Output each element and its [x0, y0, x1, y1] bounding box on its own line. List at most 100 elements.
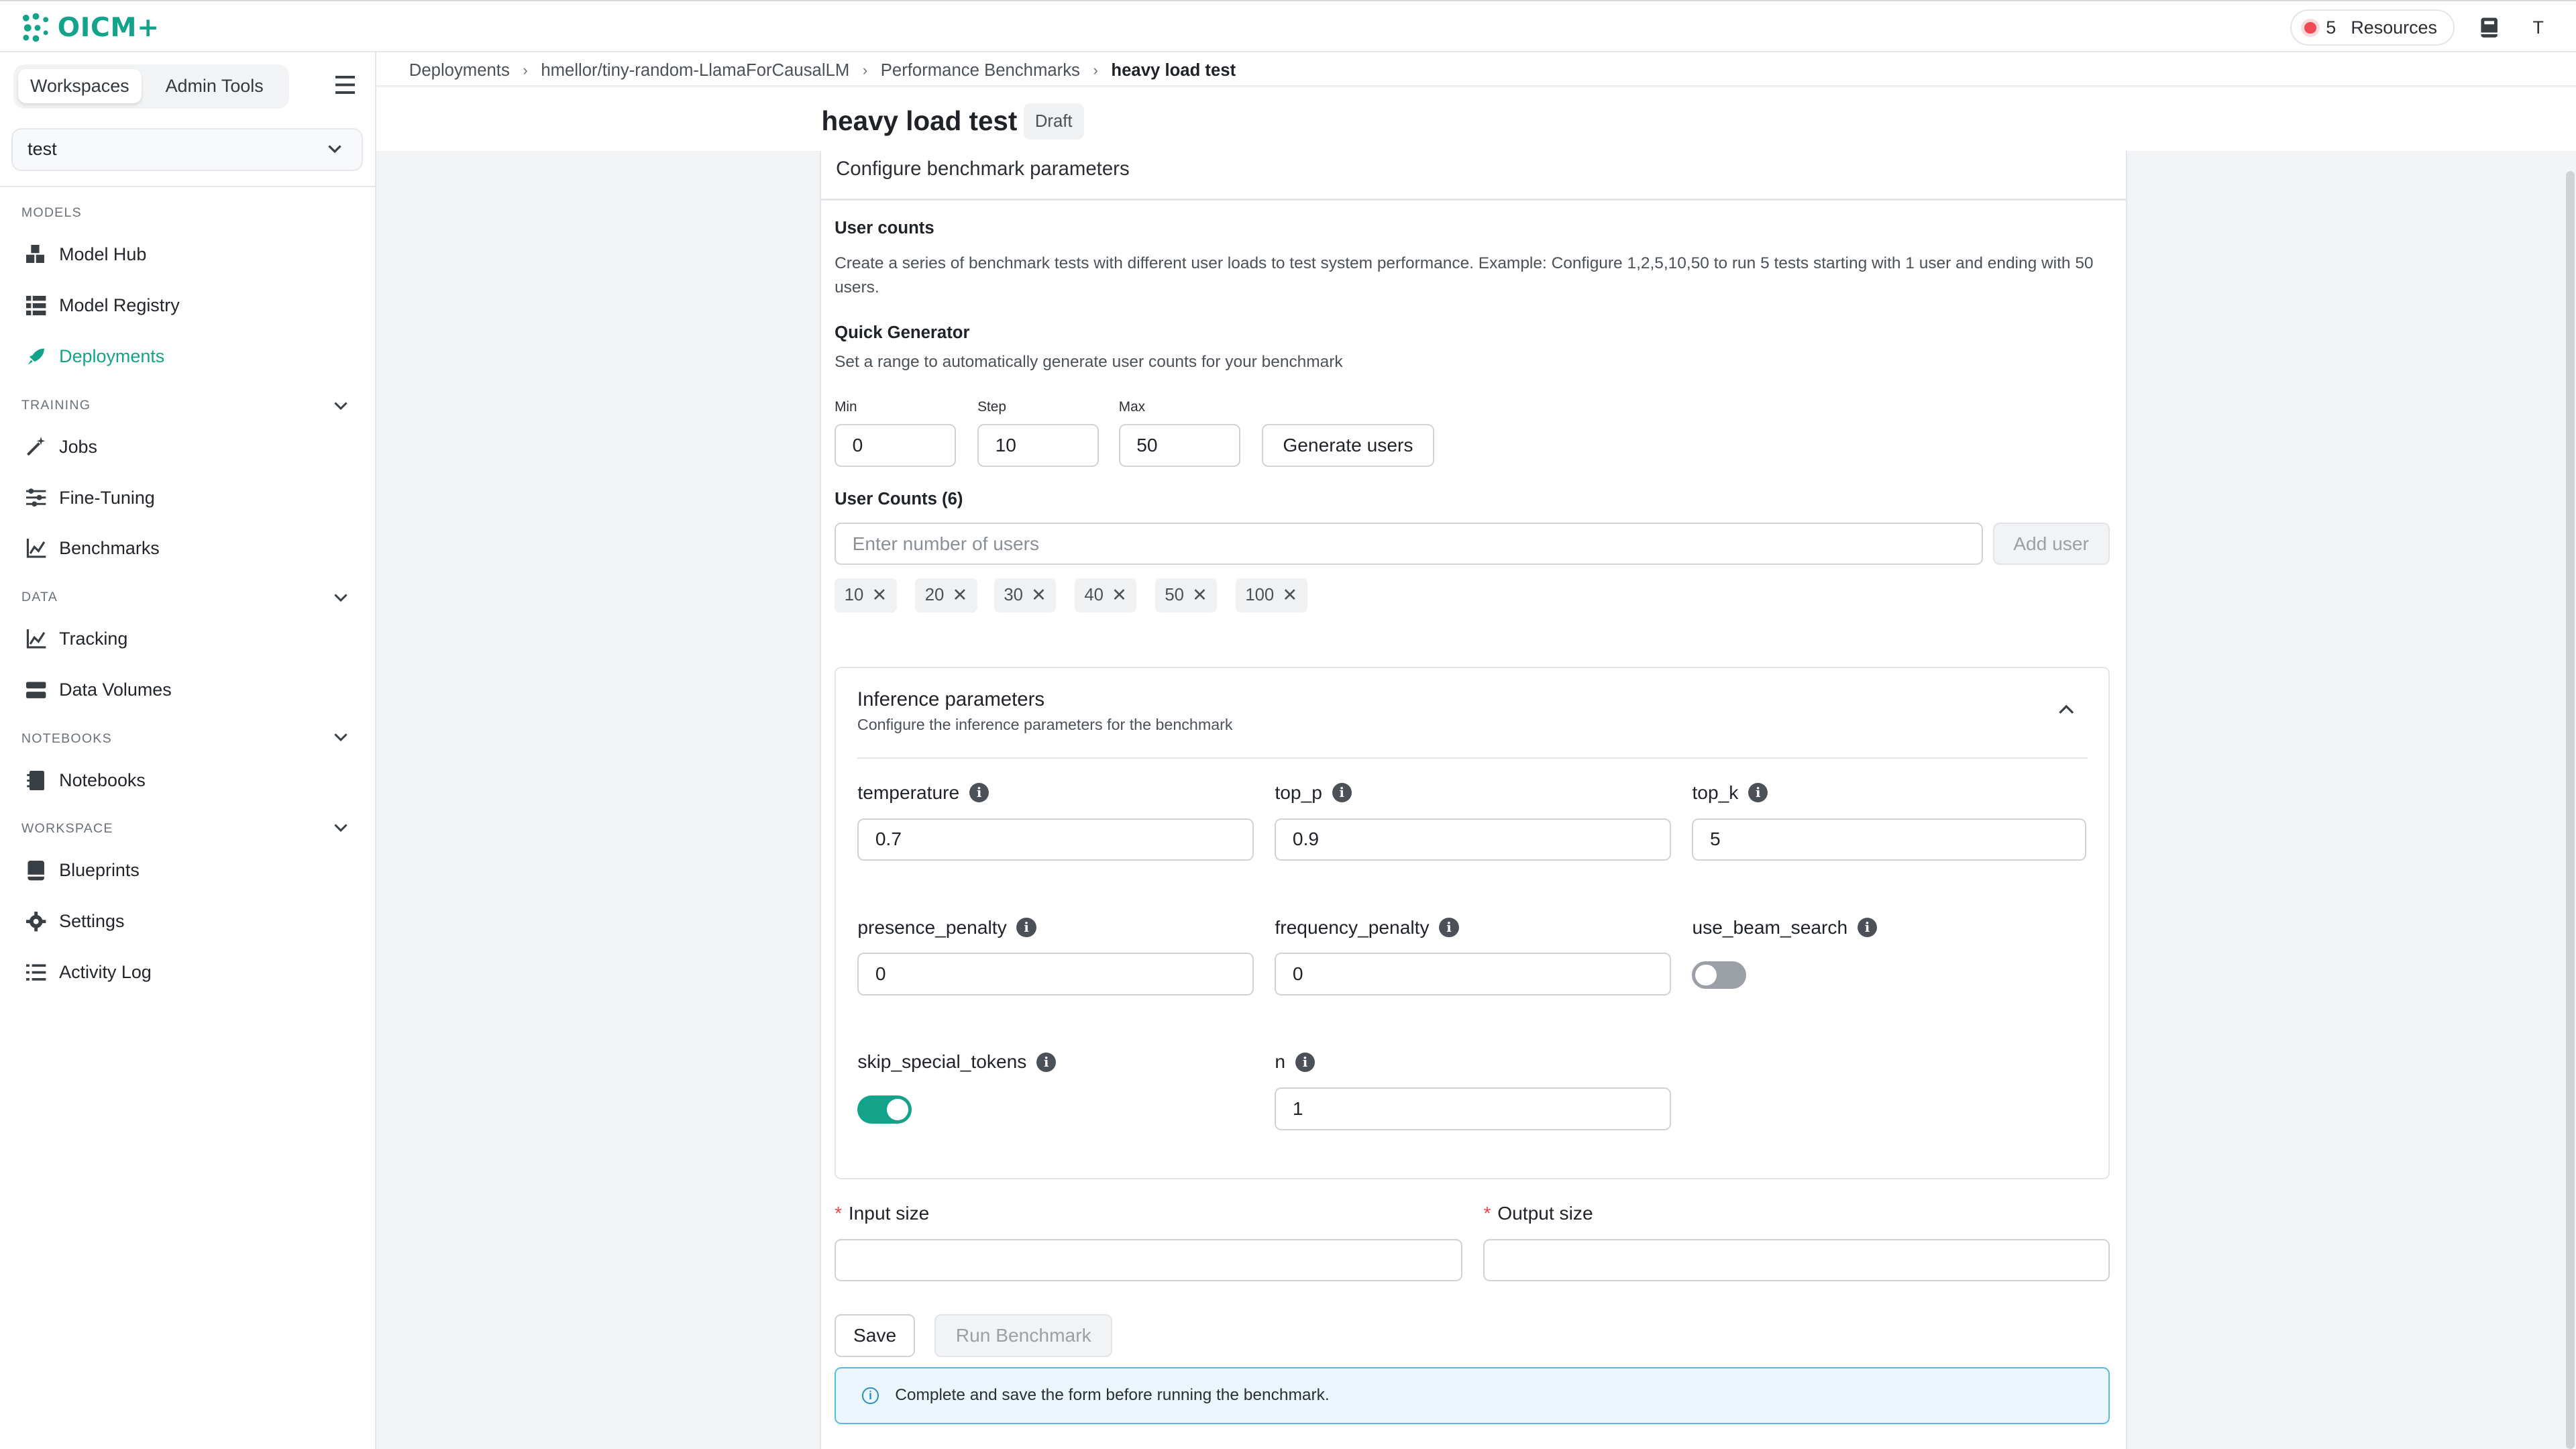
- section-label-training: TRAINING: [21, 397, 91, 413]
- close-icon[interactable]: ✕: [953, 585, 968, 606]
- sidebar-divider: [0, 185, 376, 188]
- input-size-field[interactable]: [835, 1238, 1462, 1282]
- sidebar-item-label: Benchmarks: [59, 538, 160, 559]
- output-size-field[interactable]: [1483, 1238, 2110, 1282]
- breadcrumb-divider: [376, 85, 2576, 87]
- tab-workspaces[interactable]: Workspaces: [17, 68, 142, 104]
- required-marker: *: [835, 1202, 843, 1224]
- skip-special-tokens-label: skip_special_tokens i: [857, 1051, 1057, 1073]
- close-icon[interactable]: ✕: [1031, 585, 1046, 606]
- status-badge: Draft: [1023, 103, 1084, 140]
- user-avatar[interactable]: T: [2524, 13, 2553, 42]
- breadcrumb-model[interactable]: hmellor/tiny-random-LlamaForCausalLM: [541, 61, 849, 80]
- resources-button[interactable]: 5 Resources: [2290, 9, 2455, 46]
- chevron-down-icon[interactable]: [333, 593, 348, 603]
- section-label-notebooks: NOTEBOOKS: [21, 731, 112, 746]
- sidebar-item-benchmarks[interactable]: Benchmarks: [26, 532, 160, 565]
- breadcrumb-deployments[interactable]: Deployments: [409, 61, 510, 80]
- info-icon[interactable]: i: [1748, 783, 1768, 803]
- status-dot-icon: [2304, 21, 2316, 34]
- run-benchmark-button[interactable]: Run Benchmark: [934, 1314, 1112, 1357]
- breadcrumb-separator-icon: ›: [862, 62, 868, 79]
- max-value: 50: [1136, 434, 1158, 455]
- sidebar-item-blueprints[interactable]: Blueprints: [26, 854, 140, 887]
- info-icon[interactable]: i: [1295, 1052, 1316, 1073]
- card-divider: [821, 199, 2126, 201]
- n-input[interactable]: 1: [1275, 1087, 1671, 1130]
- sidebar-item-data-volumes[interactable]: Data Volumes: [26, 674, 172, 706]
- sidebar-item-label: Activity Log: [59, 962, 152, 983]
- close-icon[interactable]: ✕: [1282, 585, 1297, 606]
- app-logo[interactable]: OICM+: [19, 11, 159, 44]
- list-icon: [26, 963, 46, 982]
- chip-label: 20: [924, 586, 945, 605]
- page-title: heavy load test: [821, 105, 1018, 136]
- toggle-knob: [1695, 964, 1717, 986]
- top-k-input[interactable]: 5: [1692, 818, 2087, 861]
- frequency-penalty-input[interactable]: 0: [1275, 953, 1671, 996]
- sidebar-item-tracking[interactable]: Tracking: [26, 623, 127, 655]
- user-count-chip: 100 ✕: [1235, 578, 1307, 613]
- sidebar-item-model-registry[interactable]: Model Registry: [26, 289, 180, 322]
- info-icon[interactable]: i: [1332, 783, 1352, 803]
- min-input[interactable]: 0: [835, 423, 957, 467]
- sidebar-item-label: Settings: [59, 911, 125, 932]
- info-icon[interactable]: i: [969, 783, 989, 803]
- chip-label: 30: [1004, 586, 1023, 605]
- step-label: Step: [977, 399, 1006, 415]
- info-icon[interactable]: i: [1439, 917, 1459, 938]
- user-count-input[interactable]: Enter number of users: [835, 522, 1983, 566]
- notebook-icon: [26, 770, 46, 790]
- sidebar-item-label: Data Volumes: [59, 680, 172, 700]
- chevron-down-icon[interactable]: [333, 733, 348, 743]
- param-label-text: presence_penalty: [857, 916, 1007, 938]
- inference-panel-subtitle: Configure the inference parameters for t…: [857, 716, 1233, 734]
- breadcrumb-benchmarks[interactable]: Performance Benchmarks: [881, 61, 1080, 80]
- close-icon[interactable]: ✕: [1112, 585, 1127, 606]
- use-beam-search-toggle[interactable]: [1692, 961, 1747, 989]
- chip-label: 10: [844, 586, 864, 605]
- generate-users-button[interactable]: Generate users: [1261, 423, 1434, 467]
- close-icon[interactable]: ✕: [872, 585, 888, 606]
- user-count-chip: 10 ✕: [835, 578, 897, 613]
- top-p-input[interactable]: 0.9: [1275, 818, 1671, 861]
- save-button[interactable]: Save: [835, 1314, 916, 1357]
- user-count-chip: 20 ✕: [915, 578, 977, 613]
- chevron-down-icon: [328, 145, 341, 154]
- input-size-label-text: Input size: [848, 1202, 930, 1224]
- chevron-up-icon[interactable]: [2058, 703, 2074, 714]
- user-counts-list-title: User Counts (6): [835, 489, 963, 508]
- top-k-label: top_k i: [1692, 782, 1768, 804]
- sidebar-item-activity-log[interactable]: Activity Log: [26, 956, 152, 989]
- param-label-text: n: [1275, 1051, 1286, 1073]
- add-user-button[interactable]: Add user: [1992, 522, 2110, 566]
- temperature-input[interactable]: 0.7: [857, 818, 1254, 861]
- info-icon[interactable]: i: [1036, 1052, 1057, 1073]
- tab-admin-tools[interactable]: Admin Tools: [145, 69, 284, 103]
- close-icon[interactable]: ✕: [1192, 585, 1208, 606]
- presence-penalty-input[interactable]: 0: [857, 953, 1254, 996]
- top-p-value: 0.9: [1292, 828, 1320, 850]
- sidebar-item-notebooks[interactable]: Notebooks: [26, 764, 146, 797]
- info-icon[interactable]: i: [1016, 917, 1036, 938]
- sidebar-item-deployments[interactable]: Deployments: [26, 340, 164, 373]
- info-icon[interactable]: i: [1857, 917, 1878, 938]
- breadcrumb-separator-icon: ›: [1093, 62, 1098, 79]
- step-input[interactable]: 10: [977, 423, 1099, 467]
- info-alert: i Complete and save the form before runn…: [835, 1366, 2110, 1425]
- chevron-down-icon[interactable]: [333, 401, 348, 411]
- card-title: Configure benchmark parameters: [836, 158, 1130, 180]
- page-scrollbar[interactable]: [2566, 170, 2575, 1449]
- sidebar-item-fine-tuning[interactable]: Fine-Tuning: [26, 482, 155, 515]
- sidebar-item-settings[interactable]: Settings: [26, 905, 124, 938]
- sidebar-item-model-hub[interactable]: Model Hub: [26, 238, 146, 271]
- book-icon[interactable]: [2479, 16, 2499, 39]
- sidebar-item-jobs[interactable]: Jobs: [26, 431, 97, 464]
- workspace-select[interactable]: test: [11, 128, 364, 171]
- sidebar-item-label: Tracking: [59, 629, 128, 649]
- max-input[interactable]: 50: [1118, 423, 1240, 467]
- menu-icon[interactable]: [335, 75, 355, 94]
- skip-special-tokens-toggle[interactable]: [857, 1095, 912, 1124]
- frequency-penalty-value: 0: [1292, 963, 1303, 985]
- chevron-down-icon[interactable]: [333, 823, 348, 833]
